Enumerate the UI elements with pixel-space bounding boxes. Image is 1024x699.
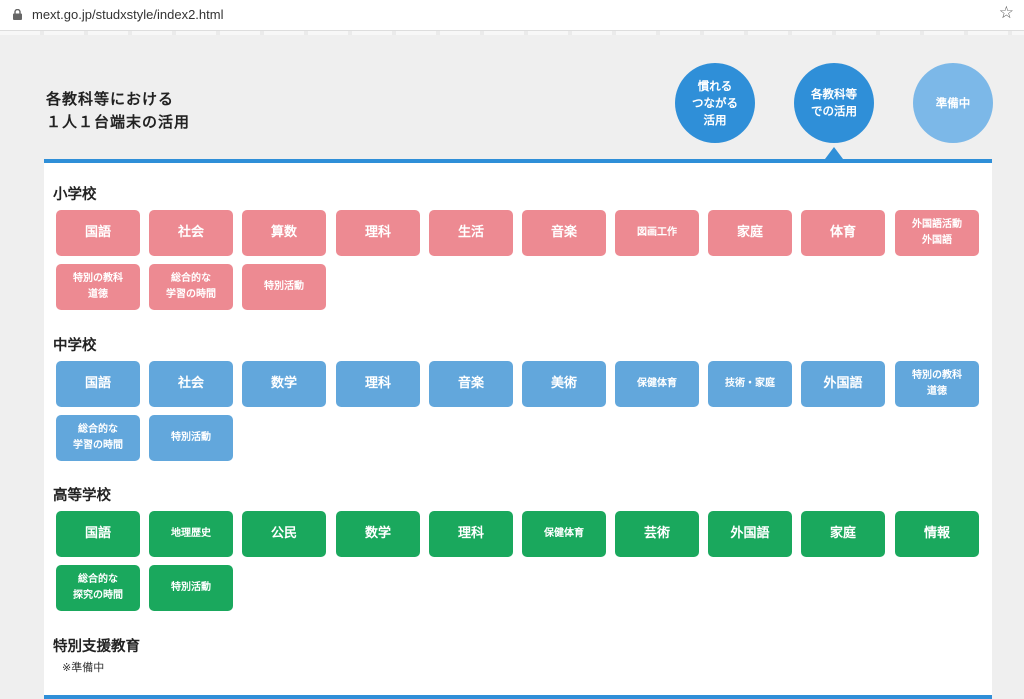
junior-high-button[interactable]: 音楽	[429, 361, 513, 407]
junior-high-button[interactable]: 技術・家庭	[708, 361, 792, 407]
junior-high-button[interactable]: 国語	[56, 361, 140, 407]
high-school-button[interactable]: 数学	[336, 511, 420, 557]
elementary-button[interactable]: 音楽	[522, 210, 606, 256]
elementary-button[interactable]: 生活	[429, 210, 513, 256]
high-school-button[interactable]: 外国語	[708, 511, 792, 557]
section-title-special-support: 特別支援教育	[53, 639, 140, 655]
elementary-button[interactable]: 国語	[56, 210, 140, 256]
bookmark-star-icon[interactable]: ☆	[999, 3, 1014, 23]
junior-high-button[interactable]: 数学	[242, 361, 326, 407]
high-school-button[interactable]: 芸術	[615, 511, 699, 557]
active-tab-pointer	[825, 147, 843, 159]
high-school-button[interactable]: 総合的な 探究の時間	[56, 565, 140, 611]
high-school-button[interactable]: 国語	[56, 511, 140, 557]
nav-circle-getting-used[interactable]: 慣れる つながる 活用	[675, 63, 755, 143]
high-school-button[interactable]: 家庭	[801, 511, 885, 557]
high-school-button[interactable]: 保健体育	[522, 511, 606, 557]
section-title-junior-high: 中学校	[53, 338, 97, 354]
junior-high-button[interactable]: 保健体育	[615, 361, 699, 407]
elementary-button[interactable]: 特別の教科 道徳	[56, 264, 140, 310]
lock-icon	[13, 9, 22, 20]
high-school-button[interactable]: 地理歴史	[149, 511, 233, 557]
high-school-button[interactable]: 公民	[242, 511, 326, 557]
url-text[interactable]: mext.go.jp/studxstyle/index2.html	[32, 7, 223, 22]
elementary-button[interactable]: 総合的な 学習の時間	[149, 264, 233, 310]
junior-high-button[interactable]: 美術	[522, 361, 606, 407]
header-stripe	[0, 31, 1024, 35]
elementary-button[interactable]: 特別活動	[242, 264, 326, 310]
subjects-panel: 小学校 国語 社会 算数 理科 生活 音楽 図画工作 家庭 体育 外国語活動 外…	[44, 159, 992, 699]
page-title: 各教科等における １人１台端末の活用	[46, 90, 191, 131]
nav-circle-subject-use[interactable]: 各教科等 での活用	[794, 63, 874, 143]
elementary-button[interactable]: 体育	[801, 210, 885, 256]
elementary-button[interactable]: 家庭	[708, 210, 792, 256]
high-school-button[interactable]: 理科	[429, 511, 513, 557]
nav-circle-in-preparation[interactable]: 準備中	[913, 63, 993, 143]
preparation-note: ※準備中	[62, 661, 105, 674]
elementary-button[interactable]: 外国語活動 外国語	[895, 210, 979, 256]
junior-high-button[interactable]: 理科	[336, 361, 420, 407]
section-title-elementary: 小学校	[53, 187, 97, 203]
browser-address-bar[interactable]: mext.go.jp/studxstyle/index2.html ☆	[0, 0, 1024, 31]
section-title-high-school: 高等学校	[53, 488, 111, 504]
elementary-button[interactable]: 社会	[149, 210, 233, 256]
junior-high-button[interactable]: 特別活動	[149, 415, 233, 461]
high-school-button[interactable]: 特別活動	[149, 565, 233, 611]
junior-high-button[interactable]: 総合的な 学習の時間	[56, 415, 140, 461]
junior-high-button[interactable]: 社会	[149, 361, 233, 407]
elementary-button[interactable]: 図画工作	[615, 210, 699, 256]
junior-high-button[interactable]: 特別の教科 道徳	[895, 361, 979, 407]
junior-high-button[interactable]: 外国語	[801, 361, 885, 407]
elementary-button[interactable]: 理科	[336, 210, 420, 256]
high-school-button[interactable]: 情報	[895, 511, 979, 557]
elementary-button[interactable]: 算数	[242, 210, 326, 256]
